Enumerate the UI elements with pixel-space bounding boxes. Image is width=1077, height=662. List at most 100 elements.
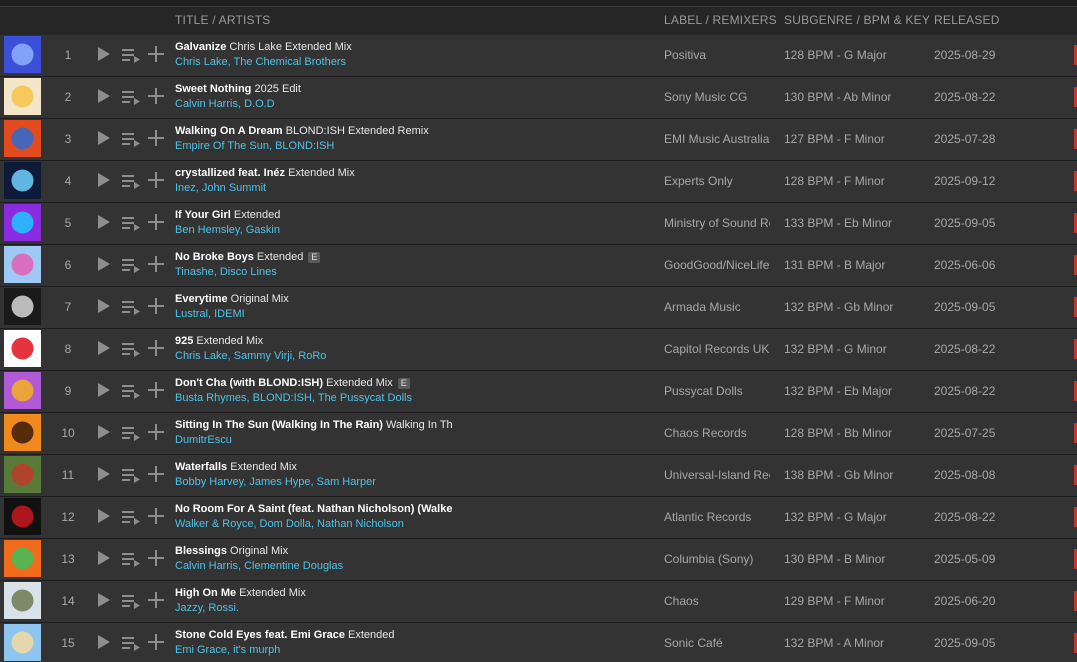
track-artists[interactable]: Bobby Harvey, James Hype, Sam Harper — [175, 476, 460, 488]
add-to-queue-icon[interactable] — [122, 173, 140, 189]
track-title[interactable]: If Your Girl Extended — [175, 209, 460, 221]
table-row[interactable]: 4 crystallized feat. Inéz Extended Mix Ine… — [0, 161, 1077, 203]
add-to-queue-icon[interactable] — [122, 257, 140, 273]
album-art[interactable] — [4, 372, 41, 409]
track-name[interactable]: No Room For A Saint (feat. Nathan Nichol… — [175, 503, 452, 515]
plus-icon[interactable] — [147, 129, 165, 147]
track-label[interactable]: Positiva — [664, 48, 770, 62]
plus-icon[interactable] — [147, 213, 165, 231]
track-artists[interactable]: Chris Lake, The Chemical Brothers — [175, 56, 460, 68]
track-label[interactable]: Sonic Café — [664, 636, 770, 650]
track-title[interactable]: Everytime Original Mix — [175, 293, 460, 305]
album-art[interactable] — [4, 330, 41, 367]
track-artists[interactable]: DumitrEscu — [175, 434, 460, 446]
play-icon[interactable] — [98, 89, 110, 103]
track-name[interactable]: Don't Cha (with BLOND:ISH) — [175, 377, 323, 389]
album-art[interactable] — [4, 162, 41, 199]
album-art[interactable] — [4, 120, 41, 157]
track-title[interactable]: 925 Extended Mix — [175, 335, 460, 347]
play-icon[interactable] — [98, 173, 110, 187]
add-to-queue-icon[interactable] — [122, 341, 140, 357]
plus-icon[interactable] — [147, 381, 165, 399]
track-title[interactable]: No Room For A Saint (feat. Nathan Nichol… — [175, 503, 460, 515]
play-icon[interactable] — [98, 467, 110, 481]
album-art[interactable] — [4, 582, 41, 619]
track-name[interactable]: High On Me — [175, 587, 236, 599]
plus-icon[interactable] — [147, 507, 165, 525]
table-row[interactable]: 3 Walking On A Dream BLOND:ISH Extended R… — [0, 119, 1077, 161]
track-artists[interactable]: Ben Hemsley, Gaskin — [175, 224, 460, 236]
plus-icon[interactable] — [147, 87, 165, 105]
track-label[interactable]: Chaos — [664, 594, 770, 608]
track-name[interactable]: Sitting In The Sun (Walking In The Rain) — [175, 419, 383, 431]
album-art[interactable] — [4, 414, 41, 451]
track-name[interactable]: crystallized feat. Inéz — [175, 167, 285, 179]
track-name[interactable]: Waterfalls — [175, 461, 227, 473]
track-name[interactable]: Galvanize — [175, 41, 226, 53]
track-artists[interactable]: Walker & Royce, Dom Dolla, Nathan Nichol… — [175, 518, 460, 530]
track-title[interactable]: Blessings Original Mix — [175, 545, 460, 557]
table-row[interactable]: 6 No Broke Boys Extended E Tinashe, Disco L… — [0, 245, 1077, 287]
table-row[interactable]: 12 No Room For A Saint (feat. Nathan Nich… — [0, 497, 1077, 539]
add-to-queue-icon[interactable] — [122, 551, 140, 567]
table-row[interactable]: 11 Waterfalls Extended Mix Bobby Harvey, J… — [0, 455, 1077, 497]
track-title[interactable]: Waterfalls Extended Mix — [175, 461, 460, 473]
add-to-queue-icon[interactable] — [122, 593, 140, 609]
track-name[interactable]: Everytime — [175, 293, 228, 305]
add-to-queue-icon[interactable] — [122, 383, 140, 399]
track-artists[interactable]: Lustral, IDEMI — [175, 308, 460, 320]
track-artists[interactable]: Empire Of The Sun, BLOND:ISH — [175, 140, 460, 152]
table-row[interactable]: 2 Sweet Nothing 2025 Edit Calvin Harris, D… — [0, 77, 1077, 119]
plus-icon[interactable] — [147, 297, 165, 315]
track-title[interactable]: Stone Cold Eyes feat. Emi Grace Extended — [175, 629, 460, 641]
track-label[interactable]: EMI Music Australia — [664, 132, 770, 146]
play-icon[interactable] — [98, 215, 110, 229]
table-row[interactable]: 9 Don't Cha (with BLOND:ISH) Extended Mix… — [0, 371, 1077, 413]
track-title[interactable]: Galvanize Chris Lake Extended Mix — [175, 41, 460, 53]
track-artists[interactable]: Inez, John Summit — [175, 182, 460, 194]
track-label[interactable]: Capitol Records UK — [664, 342, 770, 356]
plus-icon[interactable] — [147, 171, 165, 189]
play-icon[interactable] — [98, 341, 110, 355]
album-art[interactable] — [4, 288, 41, 325]
track-title[interactable]: Don't Cha (with BLOND:ISH) Extended Mix E — [175, 377, 460, 389]
add-to-queue-icon[interactable] — [122, 131, 140, 147]
plus-icon[interactable] — [147, 549, 165, 567]
track-label[interactable]: Pussycat Dolls — [664, 384, 770, 398]
track-label[interactable]: Ministry of Sound Re — [664, 216, 770, 230]
track-label[interactable]: Armada Music — [664, 300, 770, 314]
track-artists[interactable]: Tinashe, Disco Lines — [175, 266, 460, 278]
add-to-queue-icon[interactable] — [122, 215, 140, 231]
header-title-artists[interactable]: TITLE / ARTISTS — [175, 13, 270, 27]
track-label[interactable]: GoodGood/NiceLife — [664, 258, 770, 272]
track-label[interactable]: Experts Only — [664, 174, 770, 188]
table-row[interactable]: 8 925 Extended Mix Chris Lake, Sammy Virji… — [0, 329, 1077, 371]
album-art[interactable] — [4, 540, 41, 577]
track-label[interactable]: Universal-Island Rec — [664, 468, 770, 482]
add-to-queue-icon[interactable] — [122, 467, 140, 483]
play-icon[interactable] — [98, 299, 110, 313]
track-name[interactable]: If Your Girl — [175, 209, 231, 221]
track-name[interactable]: 925 — [175, 335, 193, 347]
album-art[interactable] — [4, 246, 41, 283]
track-title[interactable]: Sweet Nothing 2025 Edit — [175, 83, 460, 95]
table-row[interactable]: 7 Everytime Original Mix Lustral, IDEMI Arm… — [0, 287, 1077, 329]
track-title[interactable]: Walking On A Dream BLOND:ISH Extended Re… — [175, 125, 460, 137]
add-to-queue-icon[interactable] — [122, 425, 140, 441]
album-art[interactable] — [4, 624, 41, 661]
plus-icon[interactable] — [147, 591, 165, 609]
track-label[interactable]: Atlantic Records — [664, 510, 770, 524]
track-artists[interactable]: Calvin Harris, D.O.D — [175, 98, 460, 110]
album-art[interactable] — [4, 498, 41, 535]
track-name[interactable]: No Broke Boys — [175, 251, 254, 263]
album-art[interactable] — [4, 456, 41, 493]
header-subgenre-bpm-key[interactable]: SUBGENRE / BPM & KEY — [784, 13, 930, 27]
track-name[interactable]: Blessings — [175, 545, 227, 557]
track-name[interactable]: Stone Cold Eyes feat. Emi Grace — [175, 629, 345, 641]
play-icon[interactable] — [98, 551, 110, 565]
plus-icon[interactable] — [147, 633, 165, 651]
plus-icon[interactable] — [147, 255, 165, 273]
table-row[interactable]: 1 Galvanize Chris Lake Extended Mix Chris … — [0, 35, 1077, 77]
play-icon[interactable] — [98, 593, 110, 607]
play-icon[interactable] — [98, 509, 110, 523]
